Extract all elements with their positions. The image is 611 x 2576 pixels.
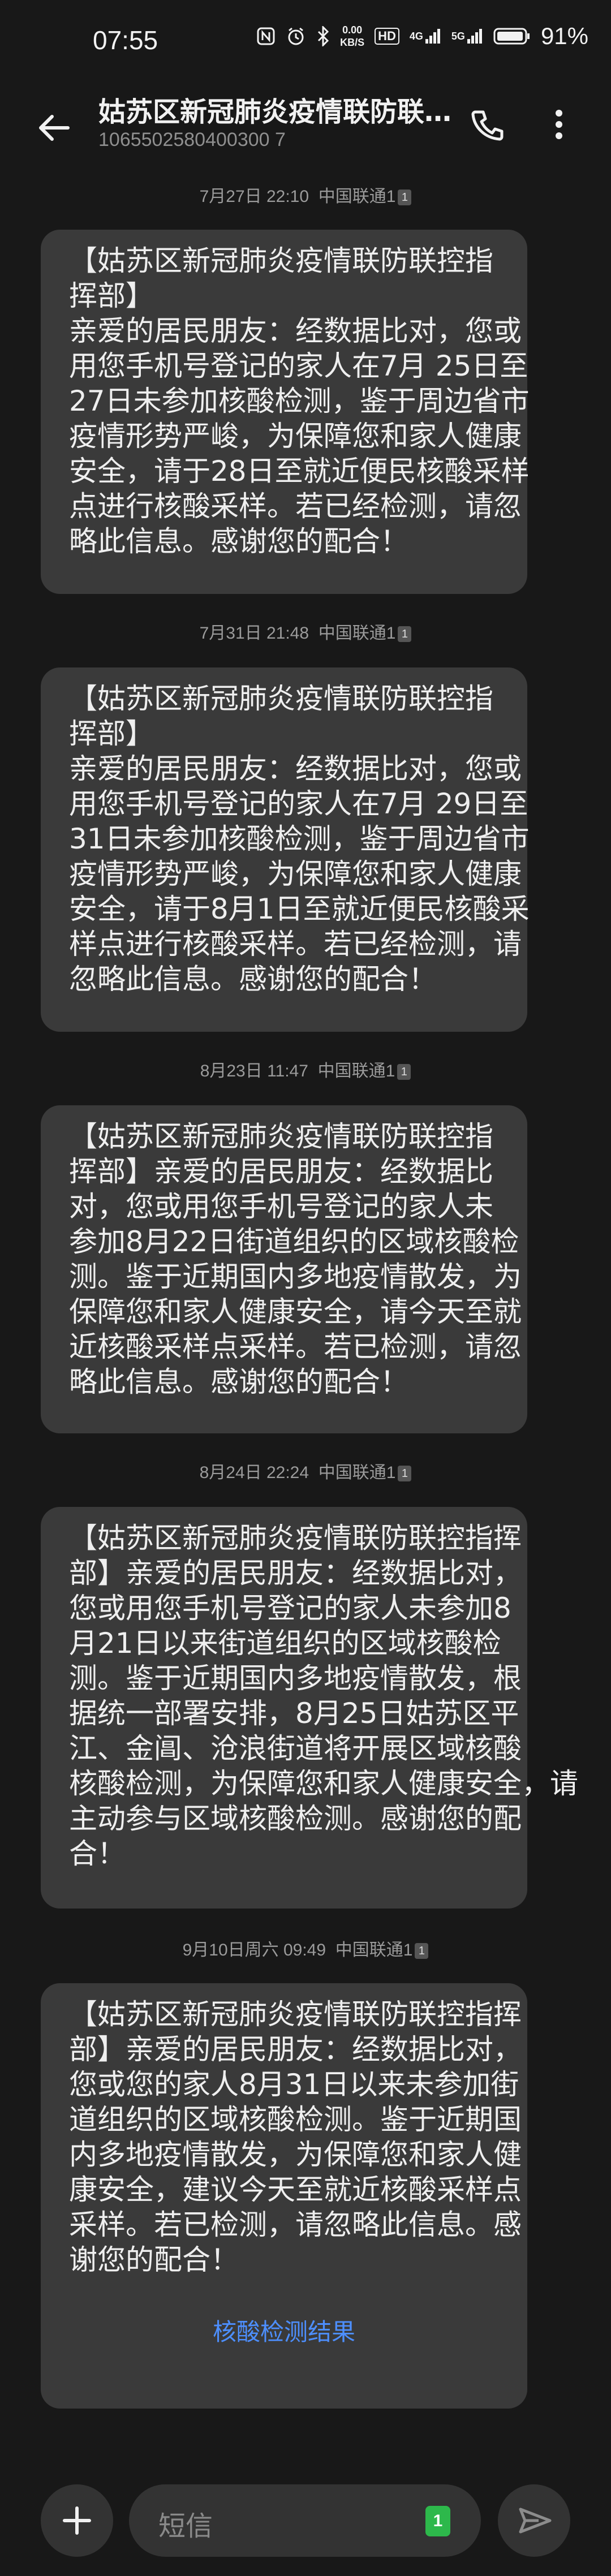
message-timestamp: 8月23日 11:47 中国联通1 1 xyxy=(0,1060,611,1083)
conversation-title[interactable]: 姑苏区新冠肺炎疫情联防联控指挥部 xyxy=(98,89,461,129)
message-bubble[interactable]: 【姑苏区新冠肺炎疫情联防联控指 挥部】 亲爱的居民朋友：经数据比对，您或 用您手… xyxy=(41,230,530,594)
more-vert-icon[interactable] xyxy=(536,102,582,147)
send-button[interactable] xyxy=(498,2484,570,2557)
compose-bar: 短信 1 xyxy=(0,2466,611,2576)
bluetooth-icon xyxy=(316,26,330,46)
sim-icon: 1 xyxy=(397,1064,411,1080)
message-bubble[interactable]: 【姑苏区新冠肺炎疫情联防联控指挥 部】亲爱的居民朋友：经数据比对， 您或用您手机… xyxy=(41,1507,578,1909)
conversation-header: 姑苏区新冠肺炎疫情联防联控指挥部 1065502580400300 7 xyxy=(0,79,611,170)
nfc-icon xyxy=(256,27,276,46)
message-timestamp: 8月24日 22:24 中国联通1 1 xyxy=(0,1462,611,1484)
sim-icon: 1 xyxy=(398,626,412,643)
message-bubble[interactable]: 【姑苏区新冠肺炎疫情联防联控指 挥部】亲爱的居民朋友：经数据比 对，您或用您手机… xyxy=(41,1105,527,1433)
nucleic-test-result-link[interactable]: 核酸检测结果 xyxy=(69,2315,499,2350)
add-attachment-button[interactable] xyxy=(41,2484,113,2557)
battery-percent: 91% xyxy=(540,23,588,49)
status-time: 07:55 xyxy=(93,25,158,55)
back-arrow-icon[interactable] xyxy=(34,107,75,148)
network-speed: 0.00 KB/S xyxy=(340,24,365,48)
message-bubble[interactable]: 【姑苏区新冠肺炎疫情联防联控指 挥部】 亲爱的居民朋友：经数据比对，您或 用您手… xyxy=(41,667,530,1032)
sender-number: 1065502580400300 7 xyxy=(98,129,286,150)
alarm-icon xyxy=(286,26,306,46)
sim-card-icon[interactable]: 1 xyxy=(425,2506,450,2536)
sim-icon: 1 xyxy=(398,1466,412,1482)
message-timestamp: 9月10日周六 09:49 中国联通1 1 xyxy=(0,1939,611,1962)
status-bar: 07:55 0.00 KB/S HD 4G 5G 91% xyxy=(0,0,611,79)
sim-icon: 1 xyxy=(398,189,412,206)
plus-icon xyxy=(63,2506,91,2535)
message-timestamp: 7月31日 21:48 中国联通1 1 xyxy=(0,622,611,645)
message-input-placeholder: 短信 xyxy=(158,2510,213,2542)
phone-icon[interactable] xyxy=(464,102,509,147)
signal-4g-icon: 4G xyxy=(410,28,441,45)
message-timestamp: 7月27日 22:10 中国联通1 1 xyxy=(0,186,611,208)
status-icons: 0.00 KB/S HD 4G 5G 91% xyxy=(256,23,588,50)
message-input[interactable]: 短信 1 xyxy=(129,2484,481,2557)
message-bubble[interactable]: 【姑苏区新冠肺炎疫情联防联控指挥 部】亲爱的居民朋友：经数据比对， 您或您的家人… xyxy=(41,1983,527,2409)
sim-icon: 1 xyxy=(415,1943,429,1959)
battery-icon xyxy=(493,27,531,46)
hd-icon: HD xyxy=(375,28,399,45)
send-icon xyxy=(519,2508,552,2534)
signal-5g-icon: 5G xyxy=(451,28,483,45)
